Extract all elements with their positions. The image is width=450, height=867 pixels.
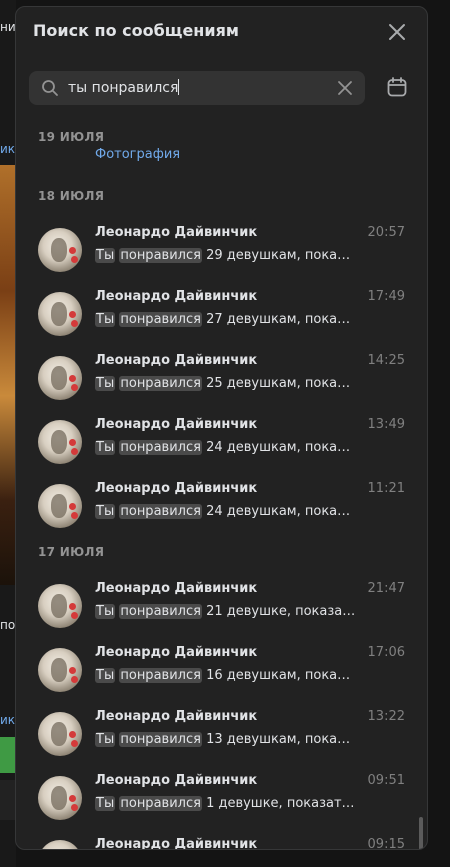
sender-name: Леонардо Дайвинчик — [95, 417, 258, 432]
message-text: 21 девушке, показать их? — [206, 604, 357, 619]
search-result-item[interactable]: Леонардо Дайвинчик 14:25 Ты понравился 25 … — [16, 353, 416, 413]
background-link: ик — [0, 713, 16, 727]
search-highlight: Ты — [95, 440, 116, 455]
message-text: 27 девушкам, показать их? — [206, 312, 357, 327]
message-snippet: Ты понравился 29 девушкам, показать их? — [95, 248, 357, 263]
message-time: 13:49 — [367, 417, 405, 432]
message-snippet: Ты понравился 21 девушке, показать их? — [95, 604, 357, 619]
avatar — [38, 584, 82, 628]
message-text: 24 девушкам, показать их? — [206, 440, 357, 455]
search-highlight: понравился — [119, 312, 202, 327]
message-snippet: Ты понравился 16 девушкам, показать их? — [95, 668, 357, 683]
search-highlight: понравился — [119, 248, 202, 263]
message-time: 14:25 — [367, 353, 405, 368]
message-snippet: Ты понравился 25 девушкам, показать их? — [95, 376, 357, 391]
avatar — [38, 840, 82, 849]
message-text: 13 девушкам, показать их? — [206, 732, 357, 747]
search-input[interactable]: ты понравился — [68, 79, 328, 96]
sender-name: Леонардо Дайвинчик — [95, 645, 258, 660]
sender-name: Леонардо Дайвинчик — [95, 581, 258, 596]
message-time: 09:15 — [367, 837, 405, 849]
attachment-link[interactable]: Фотография — [95, 147, 180, 162]
message-time: 13:22 — [367, 709, 405, 724]
background-input — [0, 780, 16, 820]
search-highlight: Ты — [95, 668, 116, 683]
avatar — [38, 484, 82, 528]
message-text: 25 девушкам, показать их? — [206, 376, 357, 391]
search-result-item[interactable]: Леонардо Дайвинчик 20:57 Ты понравился 29 … — [16, 225, 416, 285]
message-text: 29 девушкам, показать их? — [206, 248, 357, 263]
avatar — [38, 648, 82, 692]
close-icon[interactable] — [386, 21, 408, 43]
message-text: 16 девушкам, показать их? — [206, 668, 357, 683]
message-snippet: Ты понравился 24 девушкам, показать их? — [95, 440, 357, 455]
avatar — [38, 712, 82, 756]
search-field[interactable]: ты понравился — [29, 71, 365, 105]
sender-name: Леонардо Дайвинчик — [95, 837, 258, 849]
search-result-item[interactable]: Леонардо Дайвинчик 13:49 Ты понравился 24 … — [16, 417, 416, 477]
background-text: ни — [0, 20, 16, 34]
message-text: 24 девушкам, показать их? — [206, 504, 357, 519]
search-result-item[interactable]: Леонардо Дайвинчик 09:15 — [16, 837, 416, 849]
scrollbar[interactable] — [419, 817, 423, 849]
search-highlight: понравился — [119, 668, 202, 683]
message-time: 20:57 — [367, 225, 405, 240]
background-button — [0, 737, 16, 773]
text-caret — [178, 79, 180, 95]
panel-title: Поиск по сообщениям — [33, 21, 239, 40]
message-snippet: Ты понравился 13 девушкам, показать их? — [95, 732, 357, 747]
search-highlight: понравился — [119, 796, 202, 811]
avatar — [38, 292, 82, 336]
message-snippet: Ты понравился 27 девушкам, показать их? — [95, 312, 357, 327]
search-highlight: понравился — [119, 376, 202, 391]
search-highlight: Ты — [95, 604, 116, 619]
message-time: 17:49 — [367, 289, 405, 304]
sender-name: Леонардо Дайвинчик — [95, 773, 258, 788]
sender-name: Леонардо Дайвинчик — [95, 353, 258, 368]
panel-header: Поиск по сообщениям — [16, 7, 427, 59]
calendar-icon[interactable] — [386, 76, 408, 98]
date-separator: 19 ИЮЛЯ — [38, 130, 105, 144]
search-result-item[interactable]: Леонардо Дайвинчик 17:06 Ты понравился 16 … — [16, 645, 416, 705]
search-highlight: понравился — [119, 504, 202, 519]
search-result-item[interactable]: Леонардо Дайвинчик 09:51 Ты понравился 1 д… — [16, 773, 416, 833]
search-icon — [41, 79, 59, 97]
avatar — [38, 228, 82, 272]
message-snippet: Ты понравился 1 девушке, показать её? — [95, 796, 357, 811]
search-highlight: Ты — [95, 732, 116, 747]
background-link: ик — [0, 142, 16, 156]
search-highlight: Ты — [95, 504, 116, 519]
search-result-item[interactable]: Леонардо Дайвинчик 17:49 Ты понравился 27 … — [16, 289, 416, 349]
message-time: 21:47 — [367, 581, 405, 596]
date-separator: 18 ИЮЛЯ — [38, 189, 105, 203]
message-time: 09:51 — [367, 773, 405, 788]
search-highlight: Ты — [95, 376, 116, 391]
sender-name: Леонардо Дайвинчик — [95, 289, 258, 304]
search-highlight: Ты — [95, 312, 116, 327]
search-result-item[interactable]: Леонардо Дайвинчик 21:47 Ты понравился 21 … — [16, 581, 416, 641]
clear-icon[interactable] — [337, 80, 353, 96]
avatar — [38, 356, 82, 400]
search-highlight: Ты — [95, 796, 116, 811]
background-text: пос — [0, 618, 16, 632]
search-results-list[interactable]: 19 ИЮЛЯ Фотография 18 ИЮЛЯ Леонардо Дайв… — [16, 125, 427, 849]
message-time: 11:21 — [367, 481, 405, 496]
message-snippet: Ты понравился 24 девушкам, показать их? — [95, 504, 357, 519]
avatar — [38, 776, 82, 820]
background-photo — [0, 165, 16, 585]
date-separator: 17 ИЮЛЯ — [38, 545, 105, 559]
search-highlight: понравился — [119, 604, 202, 619]
sender-name: Леонардо Дайвинчик — [95, 225, 258, 240]
search-highlight: Ты — [95, 248, 116, 263]
message-time: 17:06 — [367, 645, 405, 660]
sender-name: Леонардо Дайвинчик — [95, 709, 258, 724]
search-result-item[interactable]: Леонардо Дайвинчик 11:21 Ты понравился 24 … — [16, 481, 416, 541]
message-text: 1 девушке, показать её? — [206, 796, 357, 811]
message-search-panel: Поиск по сообщениям ты понравился 19 ИЮЛ… — [15, 6, 428, 850]
search-result-item[interactable]: Леонардо Дайвинчик 13:22 Ты понравился 13 … — [16, 709, 416, 769]
search-highlight: понравился — [119, 440, 202, 455]
sender-name: Леонардо Дайвинчик — [95, 481, 258, 496]
avatar — [38, 420, 82, 464]
search-highlight: понравился — [119, 732, 202, 747]
